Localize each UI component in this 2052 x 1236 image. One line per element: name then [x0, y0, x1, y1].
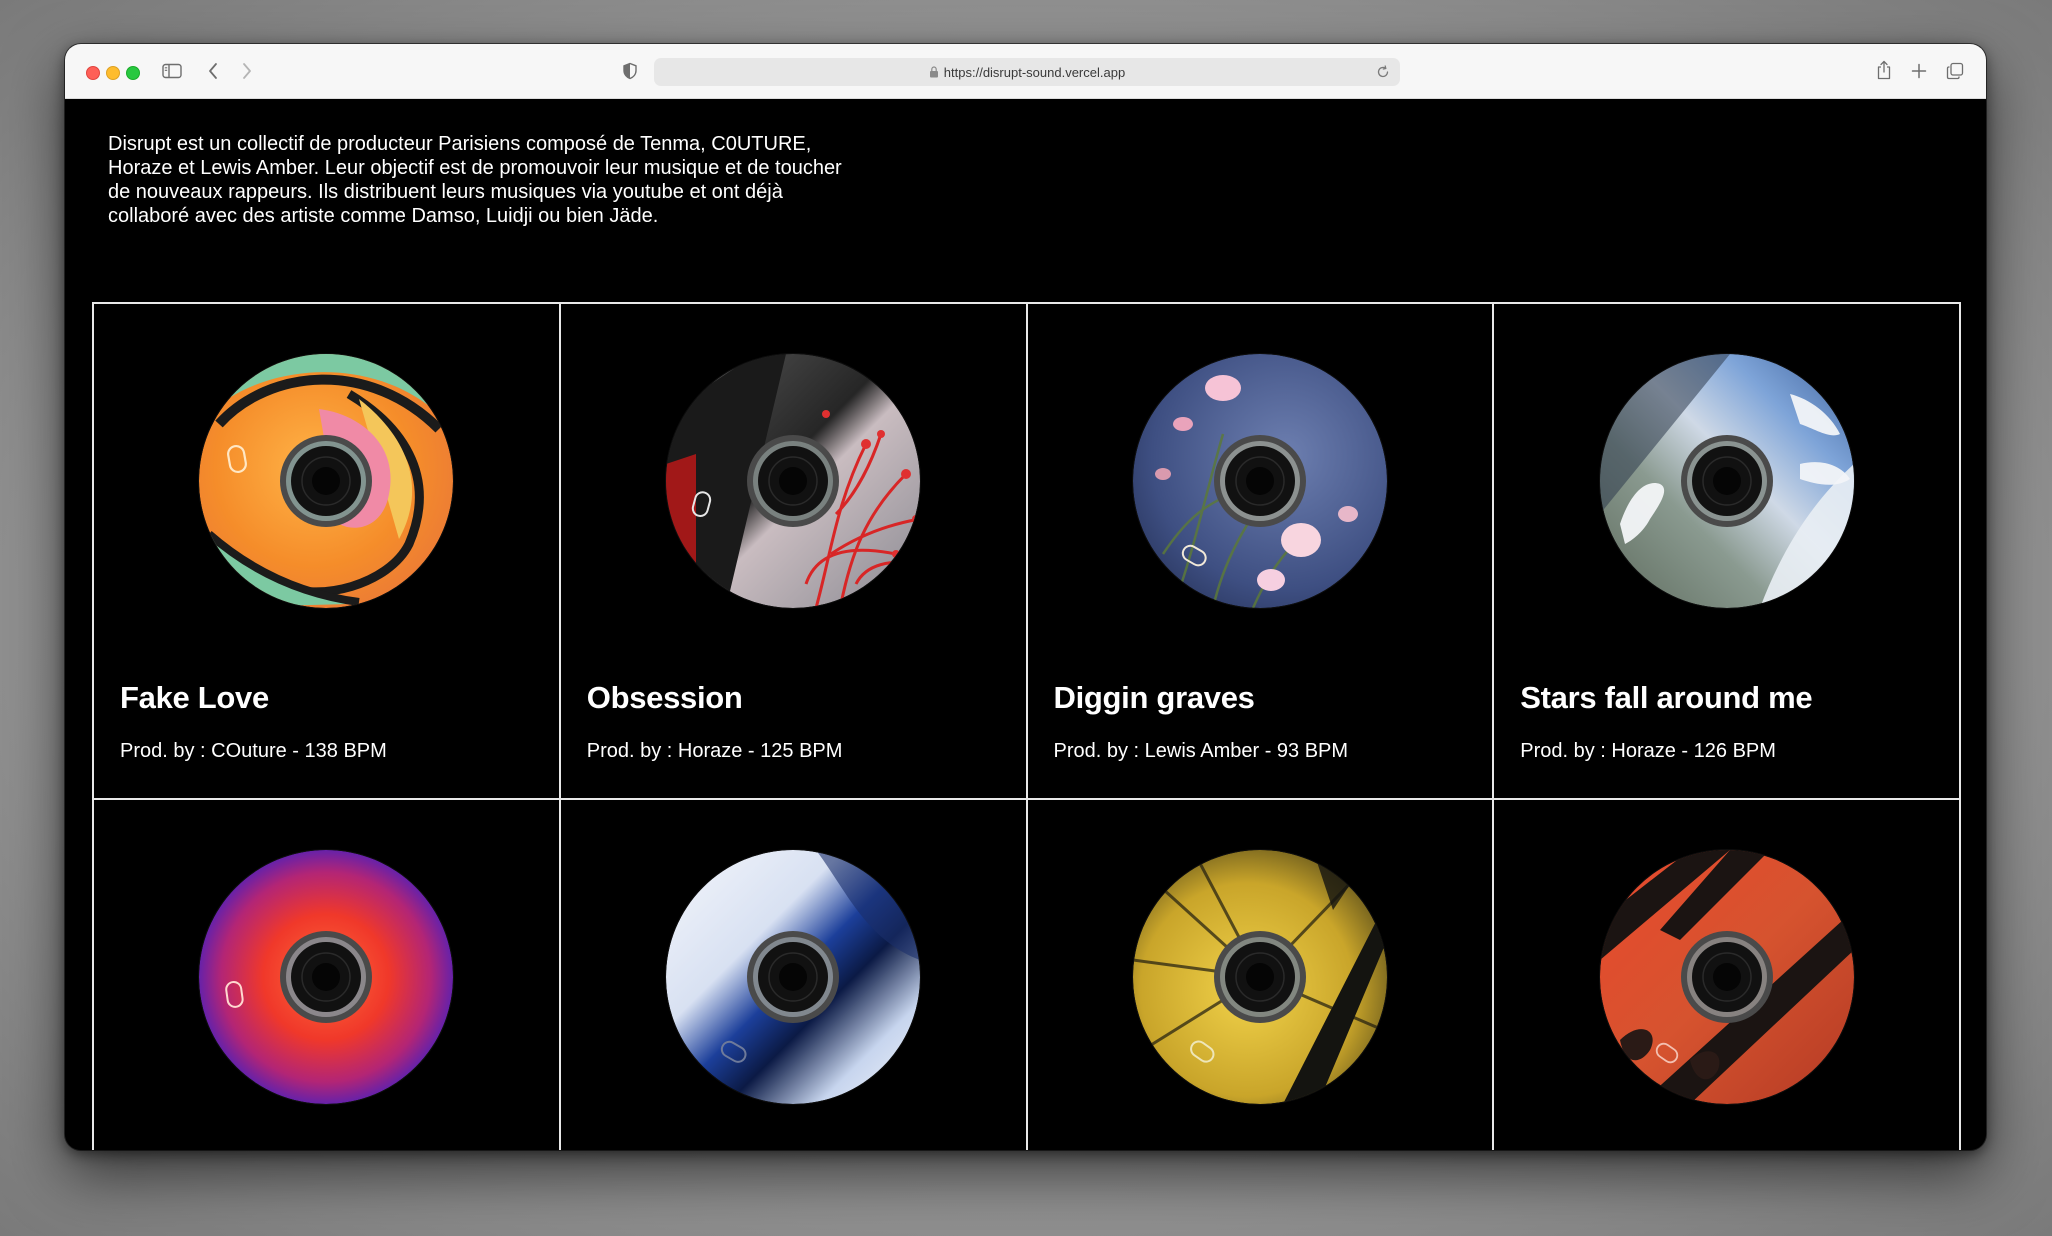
lock-icon: [929, 66, 938, 78]
track-card[interactable]: [561, 800, 1028, 1150]
track-card[interactable]: Stars fall around me Prod. by : Horaze -…: [1494, 304, 1961, 800]
address-bar[interactable]: https://disrupt-sound.vercel.app: [654, 58, 1400, 86]
track-title[interactable]: Diggin graves: [1054, 680, 1255, 716]
back-icon[interactable]: [205, 61, 221, 81]
cd-artwork[interactable]: [1599, 354, 1854, 608]
track-card[interactable]: Diggin graves Prod. by : Lewis Amber - 9…: [1027, 304, 1495, 800]
cd-artwork[interactable]: [1132, 354, 1387, 608]
minimize-window-button[interactable]: [106, 66, 120, 80]
reload-icon[interactable]: [1376, 65, 1390, 79]
plus-icon[interactable]: [1910, 61, 1928, 81]
cd-artwork[interactable]: [666, 850, 921, 1104]
track-title[interactable]: Fake Love: [120, 680, 269, 716]
track-card[interactable]: Fake Love Prod. by : COuture - 138 BPM: [94, 304, 561, 800]
cd-artwork[interactable]: [199, 850, 454, 1104]
sidebar-icon[interactable]: [161, 61, 183, 81]
track-card[interactable]: [1028, 800, 1495, 1150]
track-title[interactable]: Obsession: [587, 680, 743, 716]
track-meta: Prod. by : Lewis Amber - 93 BPM: [1053, 740, 1349, 762]
track-title[interactable]: Stars fall around me: [1520, 680, 1812, 716]
track-meta: Prod. by : Horaze - 126 BPM: [1520, 740, 1776, 762]
browser-window: https://disrupt-sound.vercel.app Disrupt…: [65, 44, 1986, 1150]
track-card[interactable]: Obsession Prod. by : Horaze - 125 BPM: [560, 304, 1028, 800]
cd-artwork[interactable]: [1599, 850, 1854, 1104]
cd-artwork[interactable]: [666, 354, 921, 608]
track-meta: Prod. by : Horaze - 125 BPM: [586, 740, 843, 762]
shield-icon[interactable]: [621, 61, 639, 81]
forward-icon[interactable]: [239, 61, 255, 81]
tabs-icon[interactable]: [1946, 61, 1964, 81]
share-icon[interactable]: [1875, 59, 1893, 81]
url-text: https://disrupt-sound.vercel.app: [943, 64, 1126, 80]
page-content: Disrupt est un collectif de producteur P…: [65, 99, 1986, 1150]
track-meta: Prod. by : COuture - 138 BPM: [120, 740, 387, 762]
tracks-grid: Fake Love Prod. by : COuture - 138 BPM O…: [92, 302, 1961, 1150]
intro-paragraph: Disrupt est un collectif de producteur P…: [108, 133, 842, 227]
browser-toolbar: https://disrupt-sound.vercel.app: [65, 44, 1986, 99]
cd-artwork[interactable]: [199, 354, 454, 608]
close-window-button[interactable]: [86, 66, 100, 80]
track-card[interactable]: [1494, 800, 1961, 1150]
track-card[interactable]: [94, 800, 561, 1150]
zoom-window-button[interactable]: [126, 66, 140, 80]
cd-artwork[interactable]: [1132, 850, 1387, 1104]
